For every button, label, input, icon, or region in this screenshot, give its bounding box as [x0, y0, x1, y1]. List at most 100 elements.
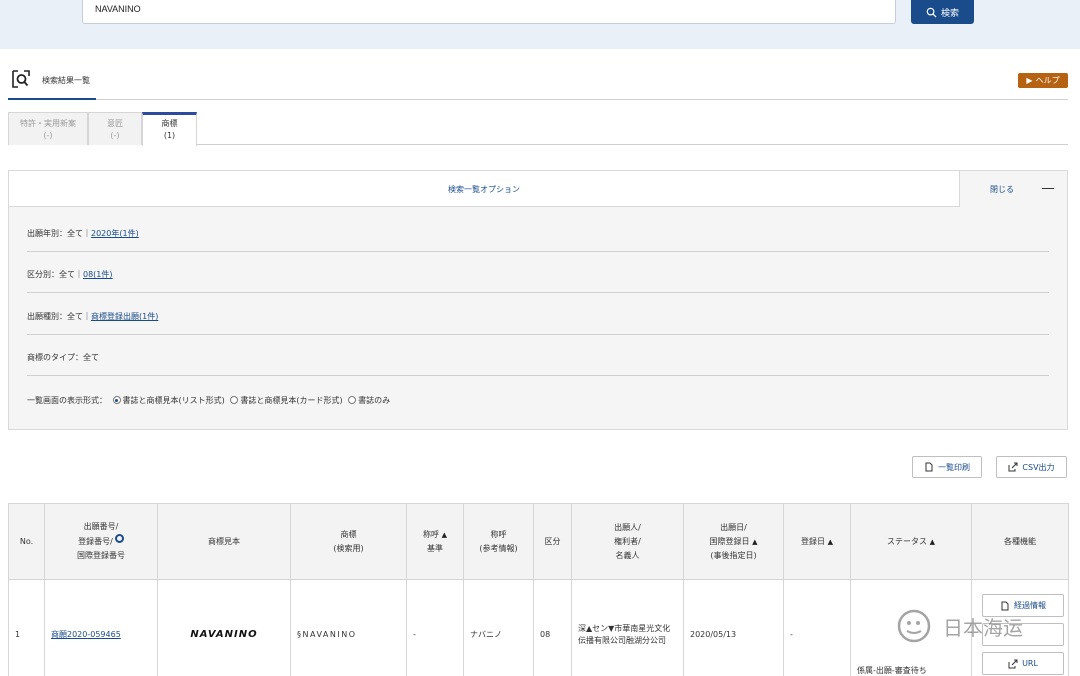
- filter-year-label: 出願年別：全て｜: [27, 229, 91, 238]
- cell-yobi: -: [406, 579, 464, 676]
- col-status[interactable]: ステータス ▲: [850, 503, 972, 580]
- col-number-l3: 国際登録番号: [77, 551, 125, 560]
- col-yobi-ref-l2: (参考情報): [479, 543, 518, 553]
- sort-up-icon: ▲: [441, 530, 447, 539]
- col-yobi-l2: 基準: [427, 543, 443, 553]
- search-button[interactable]: 検索: [911, 0, 974, 24]
- col-mark-l2: (検索用): [333, 543, 364, 553]
- options-panel: 検索一覧オプション 閉じる 出願年別：全て｜2020年(1件) 区分別：全て｜0…: [8, 170, 1068, 430]
- col-applicant-l3: 名義人: [615, 550, 640, 560]
- col-no-label: No.: [19, 536, 34, 546]
- results-title-underline: [8, 98, 96, 100]
- display-format: 一覧画面の表示形式： 書誌と商標見本(リスト形式) 書誌と商標見本(カード形式)…: [27, 395, 1049, 418]
- col-reg-date[interactable]: 登録日 ▲: [783, 503, 851, 580]
- application-number-link[interactable]: 商願2020-059465: [51, 630, 121, 639]
- filter-class: 区分別：全て｜08(1件): [27, 269, 1049, 293]
- col-number-l1: 出願番号/: [83, 522, 119, 531]
- col-sample-label: 商標見本: [208, 536, 240, 546]
- url-button[interactable]: URL: [982, 652, 1064, 675]
- cell-no: 1: [8, 579, 45, 676]
- options-header: 検索一覧オプション 閉じる: [9, 171, 1067, 207]
- trademark-sample-image: NAVANINO: [190, 628, 258, 640]
- filter-year-link[interactable]: 2020年(1件): [91, 229, 139, 238]
- col-yobi[interactable]: 称呼 ▲ 基準: [406, 503, 464, 580]
- options-title: 検索一覧オプション: [448, 185, 520, 194]
- col-functions-label: 各種機能: [1004, 536, 1036, 546]
- url-label: URL: [1022, 658, 1038, 668]
- tab-patent[interactable]: 特許・実用新案 (-): [8, 112, 88, 145]
- search-icon: [926, 7, 937, 18]
- col-status-label: ステータス: [887, 536, 928, 546]
- cell-reg-date: -: [783, 579, 851, 676]
- filter-type-label: 出願種別：全て｜: [27, 312, 91, 321]
- sort-up-icon: ▲: [752, 537, 758, 546]
- col-applicant: 出願人/ 権利者/ 名義人: [571, 503, 684, 580]
- export-icon: [1008, 659, 1018, 668]
- filter-class-label: 区分別：全て｜: [27, 270, 83, 279]
- watermark-text: 日本海运: [943, 616, 1023, 640]
- col-date-l2: 国際登録日: [709, 536, 750, 546]
- col-app-date[interactable]: 出願日/ 国際登録日 ▲ (事後指定日): [683, 503, 784, 580]
- col-class-label: 区分: [544, 536, 561, 546]
- export-icon: [1008, 462, 1018, 472]
- search-band: NAVANINO 検索: [0, 0, 1080, 49]
- cell-number: 商願2020-059465: [44, 579, 158, 676]
- play-icon: ▶: [1026, 76, 1033, 85]
- cell-mark: §NAVANINO: [290, 579, 407, 676]
- col-sample: 商標見本: [157, 503, 291, 580]
- tab-patent-label: 特許・実用新案: [20, 119, 76, 128]
- filter-class-link[interactable]: 08(1件): [83, 270, 113, 279]
- display-format-label: 一覧画面の表示形式：: [27, 396, 107, 405]
- radio-list-format-label: 書誌と商標見本(リスト形式): [122, 396, 225, 405]
- filter-year: 出願年別：全て｜2020年(1件): [27, 228, 1049, 252]
- search-results-icon: [12, 70, 30, 88]
- options-close-label: 閉じる: [990, 185, 1014, 194]
- filter-mark-type-label: 商標のタイプ：全て: [27, 353, 99, 362]
- col-number[interactable]: 出願番号/ 登録番号/ 国際登録番号: [44, 503, 158, 580]
- tab-trademark[interactable]: 商標 (1): [142, 112, 197, 146]
- col-date-l3: (事後指定日): [710, 550, 757, 560]
- wechat-logo-icon: [897, 609, 931, 643]
- print-list-label: 一覧印刷: [938, 462, 970, 472]
- tab-design[interactable]: 意匠 (-): [88, 112, 142, 145]
- sort-circle-icon[interactable]: [114, 534, 124, 543]
- print-list-button[interactable]: 一覧印刷: [912, 456, 982, 478]
- csv-export-button[interactable]: CSV出力: [996, 456, 1067, 478]
- radio-biblio-only-label: 書誌のみ: [358, 396, 391, 405]
- col-date-l1: 出願日/: [720, 522, 747, 532]
- col-no: No.: [8, 503, 45, 580]
- radio-list-format[interactable]: [112, 396, 121, 404]
- radio-card-format-label: 書誌と商標見本(カード形式): [240, 396, 343, 405]
- col-number-l2: 登録番号/: [78, 537, 113, 546]
- cell-sample: NAVANINO: [157, 579, 291, 676]
- table-header-row: No. 出願番号/ 登録番号/ 国際登録番号 商標見本 商標 (検索用) 称呼 …: [8, 503, 1069, 580]
- col-mark-l1: 商標: [340, 529, 357, 539]
- col-functions: 各種機能: [971, 503, 1069, 580]
- radio-biblio-only[interactable]: [348, 396, 357, 404]
- col-class: 区分: [533, 503, 572, 580]
- cell-applicant: 深▲セン▼市華南星光文化伝播有限公司融湖分公司: [571, 579, 684, 676]
- col-reg-date-label: 登録日: [801, 536, 826, 546]
- category-tabs: 特許・実用新案 (-) 意匠 (-) 商標 (1): [8, 112, 1068, 146]
- tab-design-count: (-): [110, 131, 120, 140]
- help-button[interactable]: ▶ ヘルプ: [1018, 73, 1068, 88]
- tab-patent-count: (-): [43, 131, 53, 140]
- tab-trademark-count: (1): [163, 131, 176, 140]
- tab-trademark-label: 商標: [161, 119, 178, 128]
- help-label: ヘルプ: [1035, 76, 1060, 85]
- wechat-watermark: 日本海运: [890, 606, 1076, 646]
- tab-design-label: 意匠: [107, 119, 123, 128]
- cell-app-date: 2020/05/13: [683, 579, 784, 676]
- csv-export-label: CSV出力: [1022, 462, 1055, 472]
- radio-card-format[interactable]: [230, 396, 239, 404]
- options-close-button[interactable]: 閉じる: [959, 171, 1067, 207]
- document-icon: [925, 462, 933, 472]
- sort-up-icon: ▲: [827, 537, 833, 546]
- filter-type-link[interactable]: 商標登録出願(1件): [91, 312, 158, 321]
- cell-yobi-ref: ナバニノ: [463, 579, 534, 676]
- results-title: 検索結果一覧: [42, 76, 90, 85]
- col-applicant-l1: 出願人/: [614, 522, 641, 532]
- status-text: 係属-出願-審査待ち: [857, 666, 927, 675]
- search-input[interactable]: NAVANINO: [82, 0, 896, 24]
- col-applicant-l2: 権利者/: [614, 536, 641, 546]
